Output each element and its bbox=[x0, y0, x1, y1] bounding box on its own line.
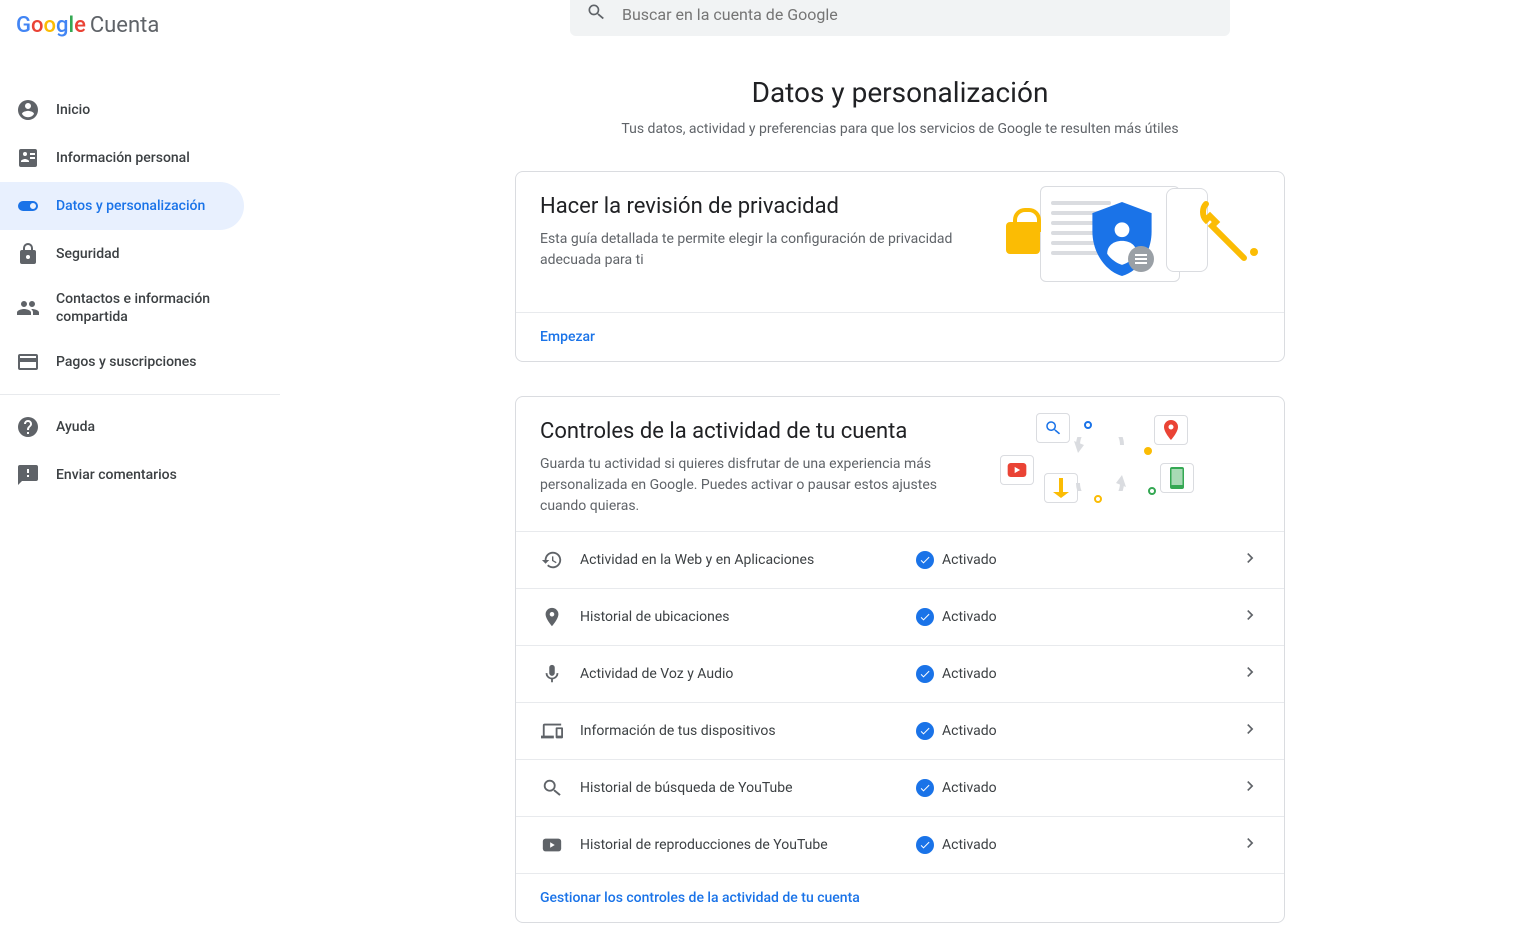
chevron-right-icon bbox=[1240, 833, 1260, 857]
chevron-right-icon bbox=[1240, 719, 1260, 743]
search-input[interactable] bbox=[622, 5, 1214, 24]
privacy-card-cta[interactable]: Empezar bbox=[540, 329, 595, 345]
privacy-checkup-card: Hacer la revisión de privacidad Esta guí… bbox=[515, 171, 1285, 362]
activity-row-status: Activado bbox=[942, 552, 1240, 568]
id-card-icon bbox=[16, 146, 40, 170]
privacy-card-desc: Esta guía detallada te permite elegir la… bbox=[540, 229, 980, 271]
sidebar-nav: Inicio Información personal Datos y pers… bbox=[0, 86, 280, 499]
microphone-icon bbox=[540, 662, 564, 686]
sidebar-item-help[interactable]: Ayuda bbox=[0, 403, 244, 451]
activity-row-label: Historial de búsqueda de YouTube bbox=[580, 780, 916, 796]
activity-row-device-info[interactable]: Información de tus dispositivos Activado bbox=[516, 702, 1284, 759]
sidebar-item-label: Información personal bbox=[56, 149, 190, 167]
page-title: Datos y personalización bbox=[752, 76, 1049, 109]
activity-row-status: Activado bbox=[942, 780, 1240, 796]
check-circle-icon bbox=[916, 665, 934, 683]
people-icon bbox=[16, 296, 40, 320]
check-circle-icon bbox=[916, 608, 934, 626]
activity-row-web-app[interactable]: Actividad en la Web y en Aplicaciones Ac… bbox=[516, 531, 1284, 588]
sidebar-item-label: Contactos e información compartida bbox=[56, 290, 228, 326]
sidebar-item-feedback[interactable]: Enviar comentarios bbox=[0, 451, 244, 499]
search-bar[interactable] bbox=[570, 0, 1230, 36]
activity-illustration bbox=[1000, 419, 1260, 519]
activity-row-label: Historial de ubicaciones bbox=[580, 609, 916, 625]
sidebar-item-personal-info[interactable]: Información personal bbox=[0, 134, 244, 182]
check-circle-icon bbox=[916, 779, 934, 797]
activity-controls-card: Controles de la actividad de tu cuenta G… bbox=[515, 396, 1285, 923]
product-name: Cuenta bbox=[90, 13, 159, 38]
user-circle-icon bbox=[16, 98, 40, 122]
search-icon bbox=[586, 2, 606, 26]
chevron-right-icon bbox=[1240, 548, 1260, 572]
activity-row-youtube-search[interactable]: Historial de búsqueda de YouTube Activad… bbox=[516, 759, 1284, 816]
activity-card-cta[interactable]: Gestionar los controles de la actividad … bbox=[540, 890, 860, 906]
privacy-card-title: Hacer la revisión de privacidad bbox=[540, 194, 980, 219]
activity-row-youtube-watch[interactable]: Historial de reproducciones de YouTube A… bbox=[516, 816, 1284, 873]
activity-row-label: Actividad en la Web y en Aplicaciones bbox=[580, 552, 916, 568]
activity-row-status: Activado bbox=[942, 666, 1240, 682]
activity-row-location[interactable]: Historial de ubicaciones Activado bbox=[516, 588, 1284, 645]
sidebar-item-label: Enviar comentarios bbox=[56, 466, 177, 484]
credit-card-icon bbox=[16, 350, 40, 374]
app-logo: Google Cuenta bbox=[0, 12, 280, 46]
sidebar-item-payments[interactable]: Pagos y suscripciones bbox=[0, 338, 244, 386]
activity-row-voice-audio[interactable]: Actividad de Voz y Audio Activado bbox=[516, 645, 1284, 702]
chevron-right-icon bbox=[1240, 662, 1260, 686]
privacy-illustration bbox=[1000, 194, 1260, 294]
help-icon bbox=[16, 415, 40, 439]
sidebar-item-label: Ayuda bbox=[56, 418, 95, 436]
youtube-icon bbox=[540, 833, 564, 857]
activity-card-desc: Guarda tu actividad si quieres disfrutar… bbox=[540, 454, 980, 517]
sidebar-item-label: Inicio bbox=[56, 101, 90, 119]
activity-row-status: Activado bbox=[942, 723, 1240, 739]
sidebar-item-label: Pagos y suscripciones bbox=[56, 353, 197, 371]
main-content: Datos y personalización Tus datos, activ… bbox=[280, 0, 1520, 944]
sidebar-item-home[interactable]: Inicio bbox=[0, 86, 244, 134]
sidebar-item-security[interactable]: Seguridad bbox=[0, 230, 244, 278]
search-icon bbox=[540, 776, 564, 800]
sidebar-item-data-personalization[interactable]: Datos y personalización bbox=[0, 182, 244, 230]
history-icon bbox=[540, 548, 564, 572]
activity-row-label: Historial de reproducciones de YouTube bbox=[580, 837, 916, 853]
location-pin-icon bbox=[540, 605, 564, 629]
lock-icon bbox=[16, 242, 40, 266]
sidebar-item-label: Datos y personalización bbox=[56, 197, 205, 215]
sidebar-item-contacts-sharing[interactable]: Contactos e información compartida bbox=[0, 278, 244, 338]
activity-row-status: Activado bbox=[942, 837, 1240, 853]
activity-row-label: Actividad de Voz y Audio bbox=[580, 666, 916, 682]
devices-icon bbox=[540, 719, 564, 743]
check-circle-icon bbox=[916, 551, 934, 569]
sidebar-divider bbox=[0, 394, 280, 395]
chevron-right-icon bbox=[1240, 605, 1260, 629]
toggle-on-icon bbox=[16, 194, 40, 218]
check-circle-icon bbox=[916, 722, 934, 740]
sidebar: Google Cuenta Inicio Información persona… bbox=[0, 0, 280, 944]
activity-row-status: Activado bbox=[942, 609, 1240, 625]
check-circle-icon bbox=[916, 836, 934, 854]
page-subtitle: Tus datos, actividad y preferencias para… bbox=[621, 121, 1178, 137]
activity-card-title: Controles de la actividad de tu cuenta bbox=[540, 419, 980, 444]
sidebar-item-label: Seguridad bbox=[56, 245, 120, 263]
activity-row-label: Información de tus dispositivos bbox=[580, 723, 916, 739]
google-logo-text: Google bbox=[16, 12, 86, 38]
feedback-icon bbox=[16, 463, 40, 487]
chevron-right-icon bbox=[1240, 776, 1260, 800]
